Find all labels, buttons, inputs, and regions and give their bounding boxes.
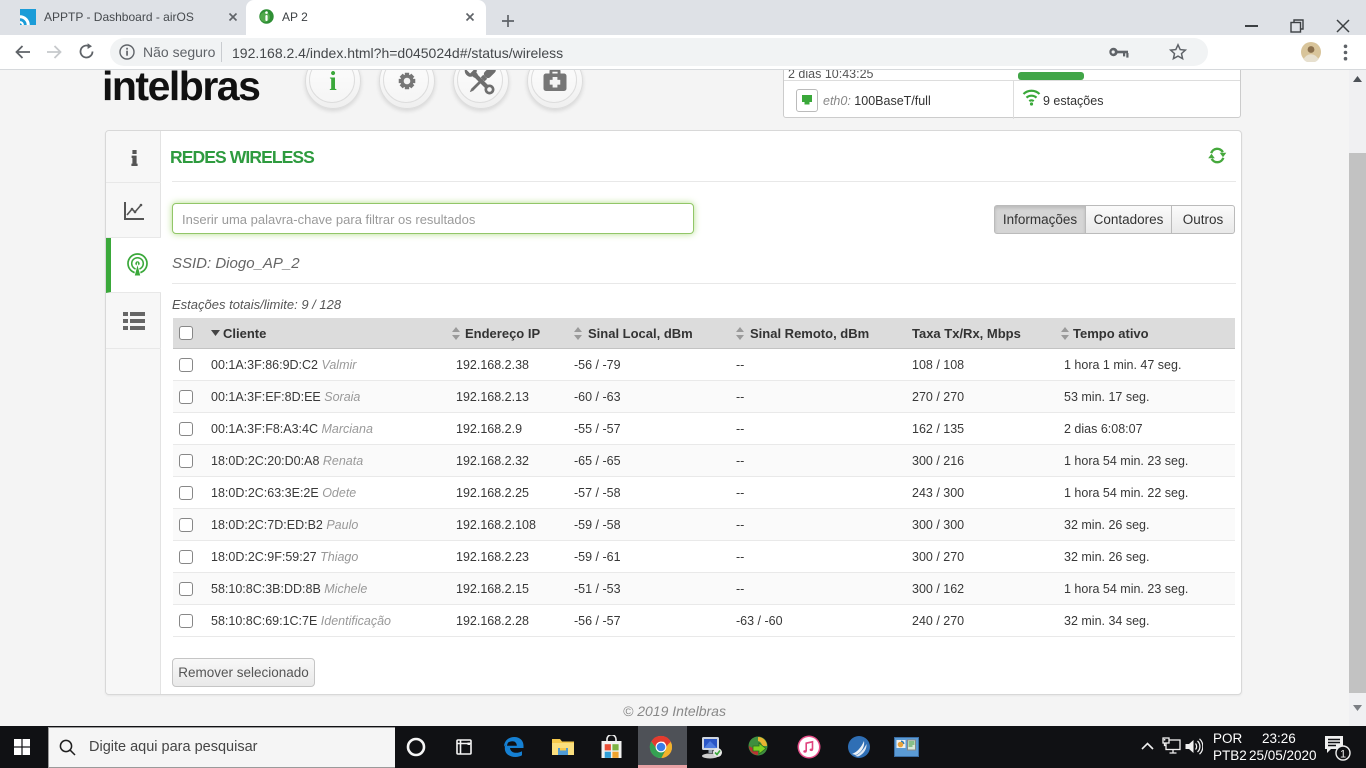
svg-text:i: i	[329, 70, 337, 96]
svg-text:1: 1	[1340, 749, 1346, 761]
